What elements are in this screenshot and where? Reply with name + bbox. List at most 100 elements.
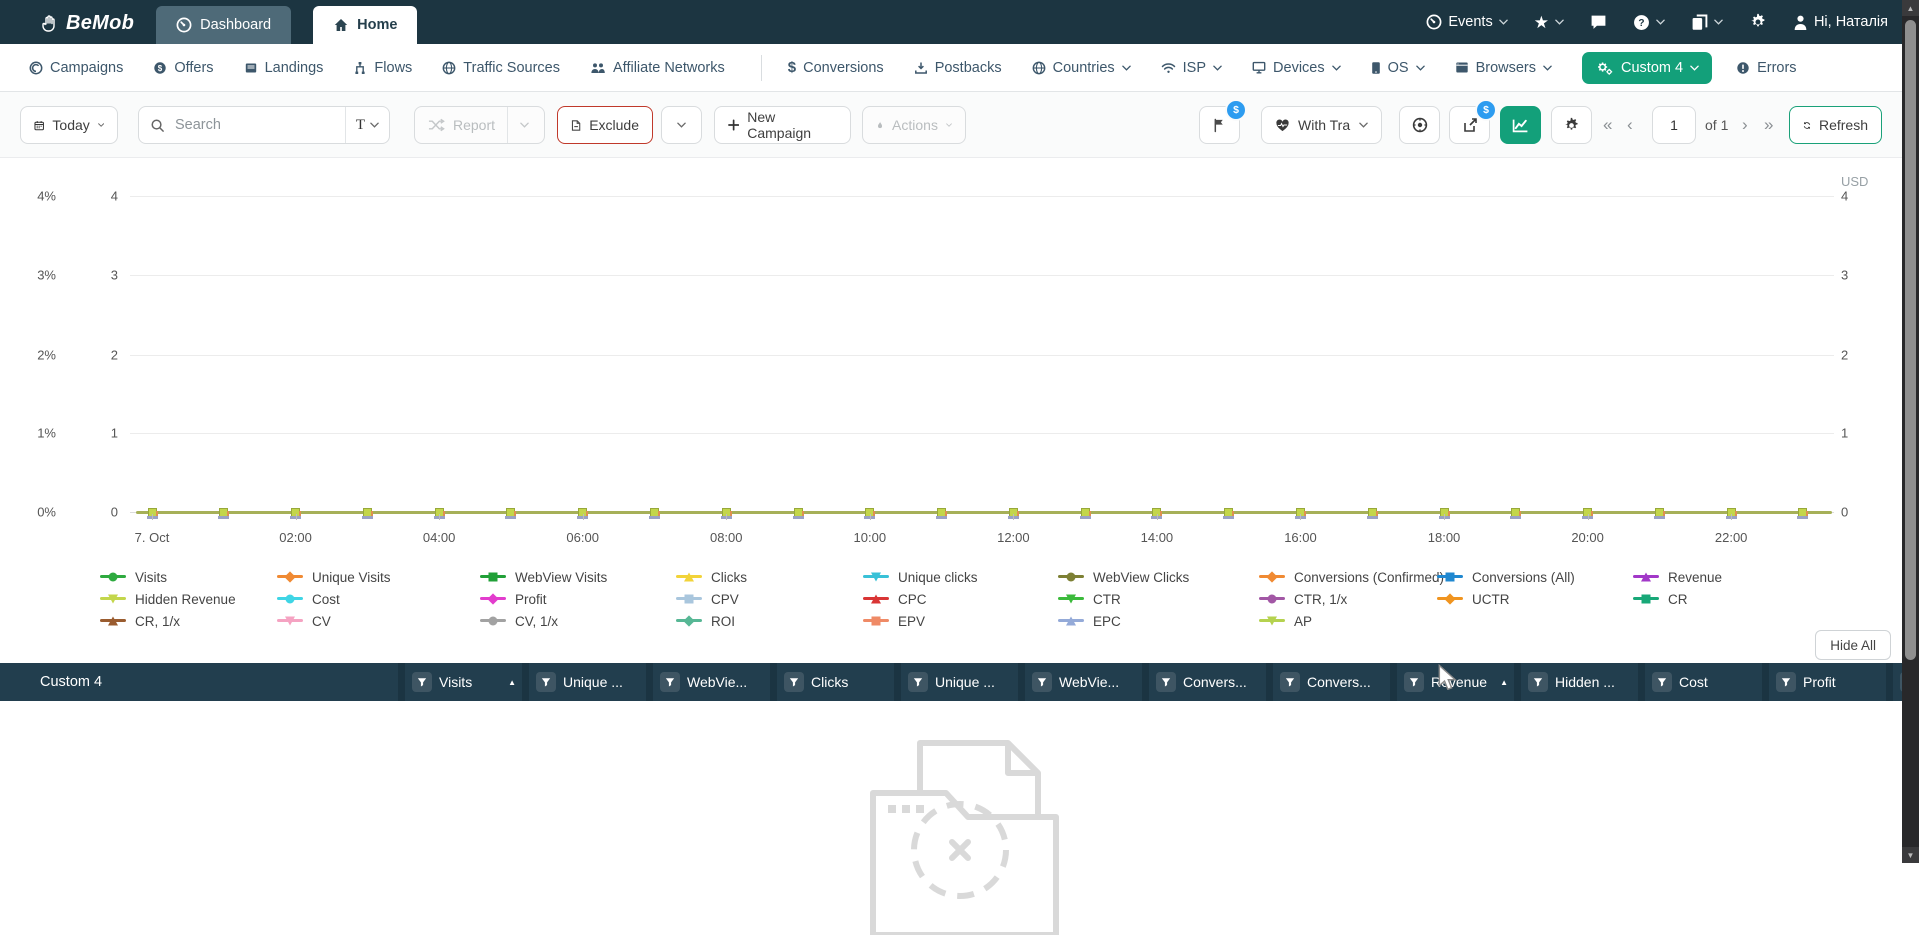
legend-item-clicks[interactable]: Clicks bbox=[676, 568, 863, 586]
table-header-column-convers-[interactable]: Convers... bbox=[1149, 663, 1266, 701]
filter-button[interactable] bbox=[660, 672, 680, 692]
scrollbar-thumb[interactable] bbox=[1905, 20, 1916, 660]
date-range-button[interactable]: Today bbox=[20, 106, 118, 144]
legend-item-ctr-1-x[interactable]: CTR, 1/x bbox=[1259, 590, 1437, 608]
next-page-button[interactable]: › bbox=[1742, 106, 1748, 144]
legend-item-ctr[interactable]: CTR bbox=[1058, 590, 1259, 608]
legend-item-cpv[interactable]: CPV bbox=[676, 590, 863, 608]
filter-button[interactable] bbox=[1404, 672, 1424, 692]
chart-view-button[interactable] bbox=[1500, 106, 1541, 144]
legend-item-cr-1-x[interactable]: CR, 1/x bbox=[100, 612, 277, 630]
events-menu[interactable]: Events bbox=[1426, 14, 1508, 30]
legend-item-epc[interactable]: EPC bbox=[1058, 612, 1259, 630]
legend-item-cv[interactable]: CV bbox=[277, 612, 480, 630]
legend-item-revenue[interactable]: Revenue bbox=[1633, 568, 1800, 586]
new-campaign-button[interactable]: New Campaign bbox=[714, 106, 851, 144]
actions-button[interactable]: Actions bbox=[862, 106, 966, 144]
legend-item-webview-visits[interactable]: WebView Visits bbox=[480, 568, 676, 586]
chart-data-marker[interactable] bbox=[218, 508, 230, 519]
legend-item-unique-visits[interactable]: Unique Visits bbox=[277, 568, 480, 586]
filter-button[interactable] bbox=[1032, 672, 1052, 692]
refresh-button[interactable]: Refresh bbox=[1789, 106, 1882, 144]
help-menu[interactable]: ? bbox=[1633, 14, 1665, 31]
nav-item-countries[interactable]: Countries bbox=[1032, 60, 1131, 76]
legend-item-visits[interactable]: Visits bbox=[100, 568, 277, 586]
prev-page-button[interactable]: ‹ bbox=[1627, 106, 1633, 144]
nav-item-os[interactable]: OS bbox=[1371, 60, 1425, 76]
legend-item-epv[interactable]: EPV bbox=[863, 612, 1058, 630]
chart-data-marker[interactable] bbox=[936, 508, 948, 519]
table-header-column-visits[interactable]: Visits ▲ bbox=[405, 663, 522, 701]
legend-item-cpc[interactable]: CPC bbox=[863, 590, 1058, 608]
traffic-filter-dropdown[interactable]: With Tra... bbox=[1261, 106, 1382, 144]
chart-data-marker[interactable] bbox=[1653, 508, 1665, 519]
chart-data-marker[interactable] bbox=[1079, 508, 1091, 519]
page-number-input[interactable] bbox=[1652, 106, 1696, 144]
nav-item-campaigns[interactable]: Campaigns bbox=[29, 60, 123, 76]
search-type-selector[interactable]: T bbox=[344, 107, 389, 143]
table-header-column-profit[interactable]: Profit bbox=[1769, 663, 1886, 701]
filter-button[interactable] bbox=[784, 672, 804, 692]
legend-item-uctr[interactable]: UCTR bbox=[1437, 590, 1633, 608]
chart-data-marker[interactable] bbox=[648, 508, 660, 519]
table-header-column-unique-[interactable]: Unique ... bbox=[901, 663, 1018, 701]
docs-menu[interactable] bbox=[1691, 14, 1723, 31]
legend-item-roi[interactable]: ROI bbox=[676, 612, 863, 630]
table-header-column-webvie-[interactable]: WebVie... bbox=[1025, 663, 1142, 701]
filter-button[interactable] bbox=[1652, 672, 1672, 692]
share-button[interactable]: $ bbox=[1449, 99, 1497, 144]
settings-button[interactable] bbox=[1749, 13, 1767, 31]
exclude-dropdown-toggle[interactable] bbox=[661, 106, 702, 144]
table-header-column-clicks[interactable]: Clicks bbox=[777, 663, 894, 701]
first-page-button[interactable]: « bbox=[1603, 106, 1612, 144]
favorites-menu[interactable]: ★ bbox=[1534, 14, 1564, 31]
table-header-group-column[interactable]: Custom 4 bbox=[0, 663, 398, 701]
legend-item-cost[interactable]: Cost bbox=[277, 590, 480, 608]
filter-button[interactable] bbox=[536, 672, 556, 692]
hide-all-button[interactable]: Hide All bbox=[1815, 630, 1891, 660]
filter-button[interactable] bbox=[1280, 672, 1300, 692]
chart-data-marker[interactable] bbox=[505, 508, 517, 519]
scroll-down-arrow[interactable]: ▼ bbox=[1902, 847, 1919, 863]
filter-button[interactable] bbox=[1776, 672, 1796, 692]
search-input[interactable] bbox=[165, 117, 345, 133]
nav-item-conversions[interactable]: $ Conversions bbox=[788, 59, 884, 76]
nav-item-affiliate-networks[interactable]: Affiliate Networks bbox=[590, 60, 725, 76]
tab-home[interactable]: Home bbox=[313, 6, 418, 44]
table-header-column-convers-[interactable]: Convers... bbox=[1273, 663, 1390, 701]
report-dropdown-toggle[interactable] bbox=[507, 107, 541, 143]
legend-item-profit[interactable]: Profit bbox=[480, 590, 676, 608]
table-header-column-webvie-[interactable]: WebVie... bbox=[653, 663, 770, 701]
legend-item-unique-clicks[interactable]: Unique clicks bbox=[863, 568, 1058, 586]
filter-button[interactable] bbox=[908, 672, 928, 692]
legend-item-webview-clicks[interactable]: WebView Clicks bbox=[1058, 568, 1259, 586]
vertical-scrollbar[interactable]: ▲ ▼ bbox=[1902, 0, 1919, 863]
filter-button[interactable] bbox=[1528, 672, 1548, 692]
nav-item-errors[interactable]: Errors bbox=[1736, 60, 1797, 76]
nav-item-offers[interactable]: $ Offers bbox=[153, 60, 214, 76]
chart-data-marker[interactable] bbox=[792, 508, 804, 519]
table-header-column-cost[interactable]: Cost bbox=[1645, 663, 1762, 701]
chart-data-marker[interactable] bbox=[1223, 508, 1235, 519]
nav-item-custom-4[interactable]: Custom 4 bbox=[1582, 51, 1713, 84]
nav-item-flows[interactable]: Flows bbox=[353, 60, 412, 76]
filter-button[interactable] bbox=[412, 672, 432, 692]
table-header-column-revenue[interactable]: Revenue ▲ bbox=[1397, 663, 1514, 701]
report-button[interactable]: Report bbox=[453, 117, 495, 133]
account-menu[interactable]: Hi, Наталія bbox=[1793, 14, 1888, 31]
chart-data-marker[interactable] bbox=[1366, 508, 1378, 519]
visibility-button[interactable] bbox=[1399, 106, 1440, 144]
cost-flag-button[interactable]: $ bbox=[1199, 99, 1247, 144]
chart-data-marker[interactable] bbox=[1510, 508, 1522, 519]
legend-item-ap[interactable]: AP bbox=[1259, 612, 1437, 630]
tab-dashboard[interactable]: Dashboard bbox=[156, 6, 292, 44]
legend-item-cr[interactable]: CR bbox=[1633, 590, 1800, 608]
scroll-up-arrow[interactable]: ▲ bbox=[1902, 0, 1919, 16]
nav-item-devices[interactable]: Devices bbox=[1252, 60, 1341, 76]
nav-item-isp[interactable]: ISP bbox=[1161, 60, 1222, 76]
chat-button[interactable] bbox=[1590, 14, 1607, 30]
legend-item-hidden-revenue[interactable]: Hidden Revenue bbox=[100, 590, 277, 608]
nav-item-browsers[interactable]: Browsers bbox=[1455, 60, 1552, 76]
nav-item-traffic-sources[interactable]: Traffic Sources bbox=[442, 60, 560, 76]
table-header-column-unique-[interactable]: Unique ... bbox=[529, 663, 646, 701]
